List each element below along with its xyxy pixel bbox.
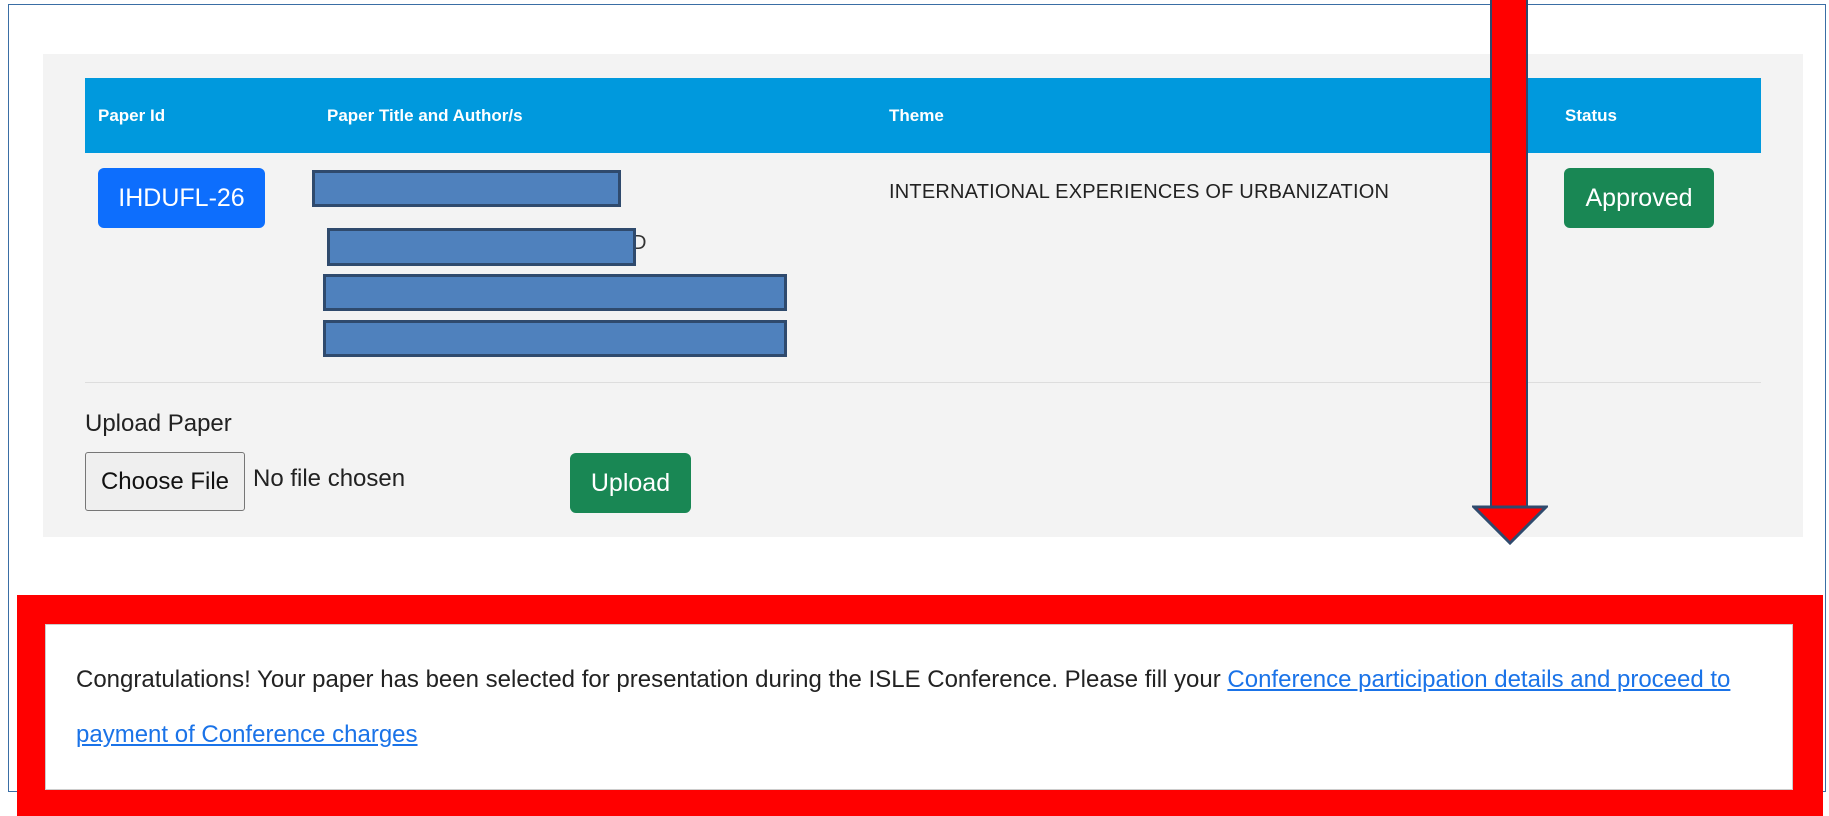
paper-id-badge[interactable]: IHDUFL-26: [98, 168, 265, 228]
file-status-text: No file chosen: [253, 465, 406, 492]
redacted-author-1: [327, 228, 636, 266]
congratulations-message: Congratulations! Your paper has been sel…: [76, 652, 1791, 762]
annotation-arrow-shaft: [1490, 0, 1528, 512]
redacted-author-2: [323, 274, 787, 311]
header-theme: Theme: [889, 106, 944, 125]
paper-theme: INTERNATIONAL EXPERIENCES OF URBANIZATIO…: [889, 181, 1390, 203]
choose-file-button[interactable]: Choose File: [85, 452, 245, 511]
redacted-author-3: [323, 320, 787, 357]
upload-paper-label: Upload Paper: [85, 410, 232, 437]
header-paper-id: Paper Id: [98, 106, 166, 125]
annotation-arrow-head: [1472, 505, 1548, 545]
status-badge: Approved: [1564, 168, 1714, 228]
header-status: Status: [1565, 106, 1617, 125]
notice-message-text: Congratulations! Your paper has been sel…: [76, 666, 1228, 693]
upload-button[interactable]: Upload: [570, 453, 691, 513]
redacted-paper-title: [312, 170, 621, 207]
header-paper-title: Paper Title and Author/s: [327, 106, 523, 125]
screenshot-canvas: Paper Id Paper Title and Author/s Theme …: [0, 0, 1829, 816]
